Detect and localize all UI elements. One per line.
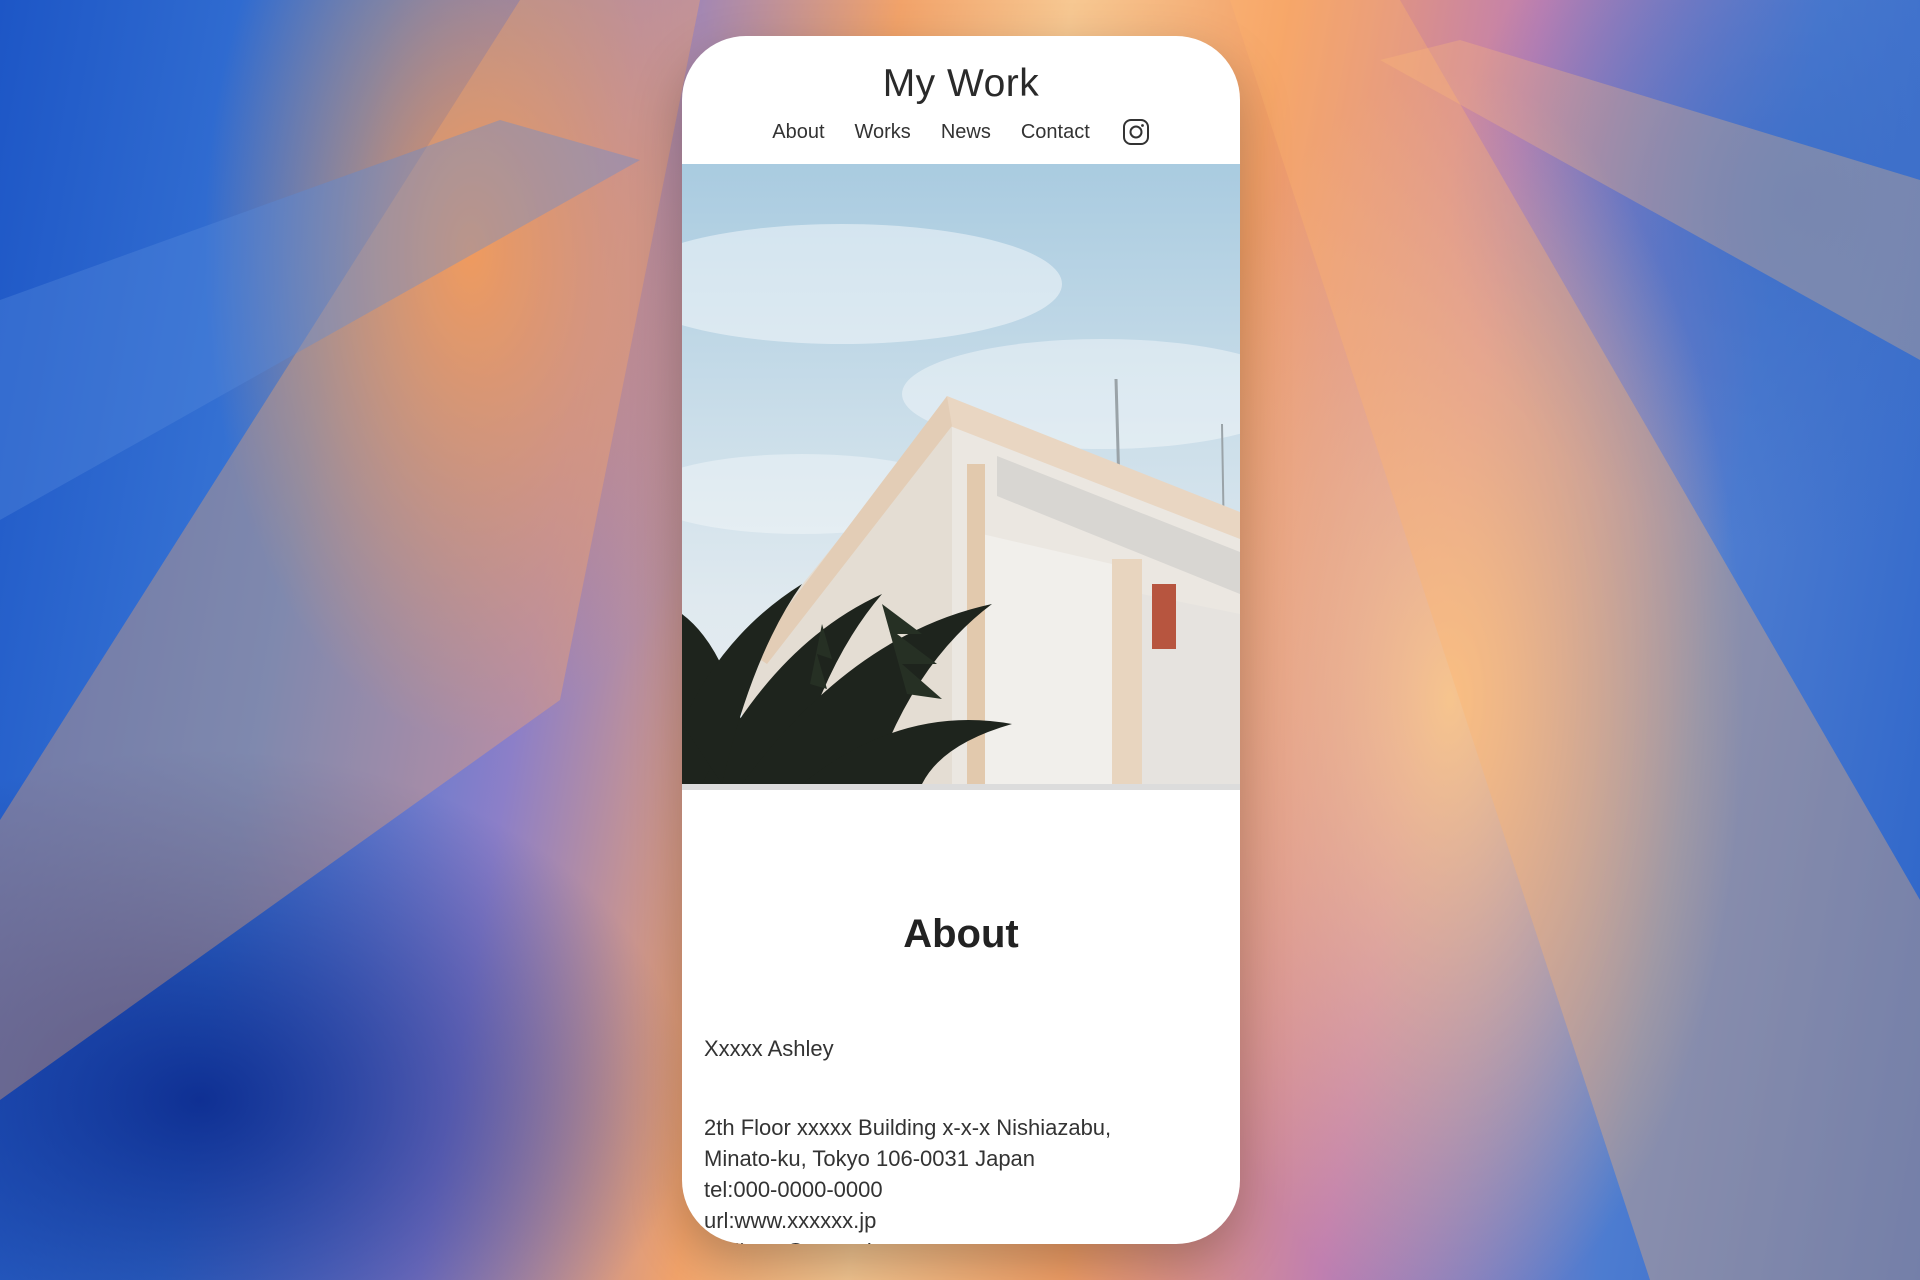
- phone-frame: My Work About Works News Contact About X…: [682, 36, 1240, 1244]
- nav-about[interactable]: About: [772, 121, 824, 144]
- tel-line: tel:000-0000-0000: [704, 1177, 883, 1202]
- address-line: 2th Floor xxxxx Building x-x-x Nishiazab…: [704, 1115, 1112, 1140]
- about-heading: About: [903, 912, 1019, 956]
- nav-contact[interactable]: Contact: [1021, 121, 1090, 144]
- hero-divider: [682, 784, 1240, 790]
- site-title[interactable]: My Work: [682, 62, 1240, 106]
- site-header: My Work About Works News Contact: [682, 36, 1240, 164]
- address-line: Minato-ku, Tokyo 106-0031 Japan: [704, 1146, 1036, 1171]
- url-line[interactable]: url:www.xxxxxx.jp: [704, 1205, 1111, 1236]
- hero-image: [682, 164, 1240, 784]
- instagram-icon[interactable]: [1122, 118, 1150, 146]
- mail-line[interactable]: mail:xxx@xxxxx.jp: [704, 1236, 1111, 1244]
- about-address: 2th Floor xxxxx Building x-x-x Nishiazab…: [704, 1112, 1111, 1244]
- building-illustration: [682, 224, 1240, 784]
- main-nav: About Works News Contact: [682, 118, 1240, 146]
- nav-news[interactable]: News: [941, 121, 991, 144]
- nav-works[interactable]: Works: [855, 121, 911, 144]
- about-name: Xxxxx Ashley: [704, 1036, 834, 1061]
